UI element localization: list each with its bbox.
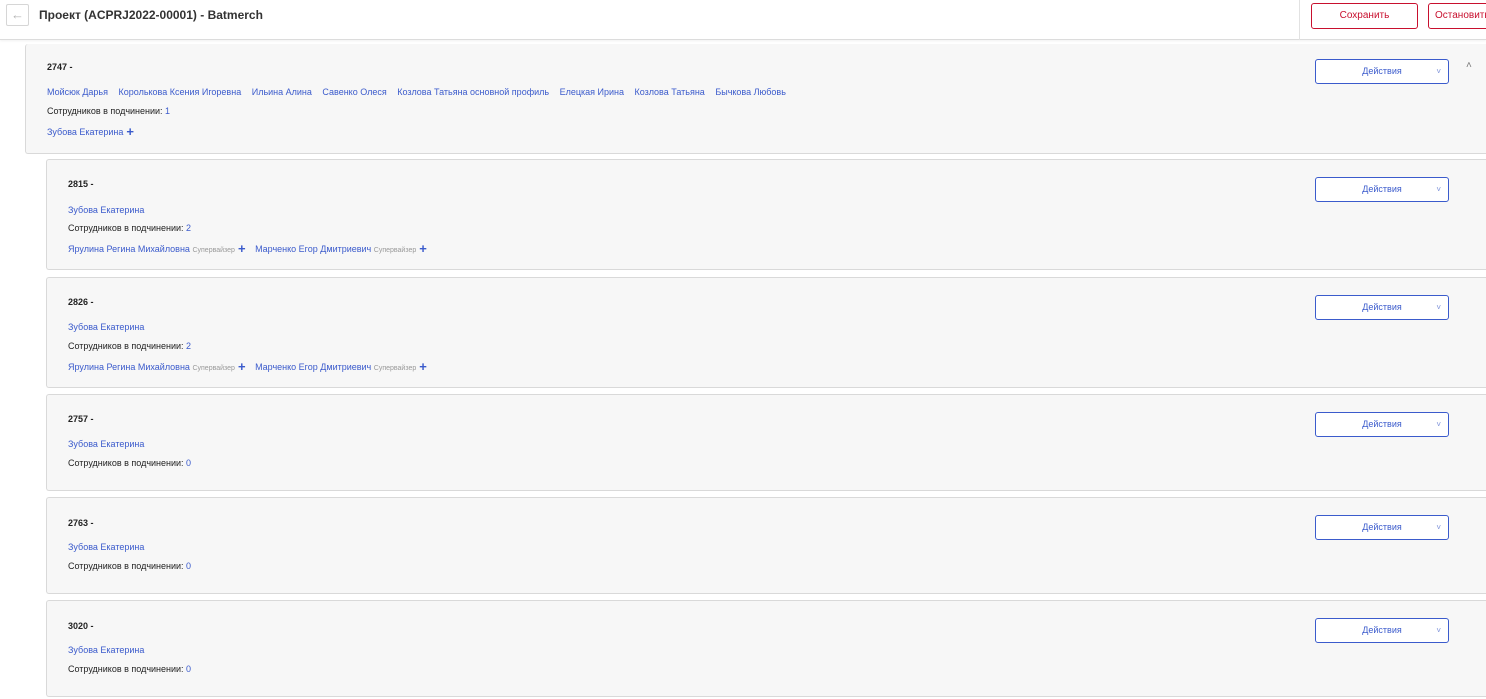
subordinates-row: Сотрудников в подчинении: 0: [68, 664, 191, 674]
position-id: 3020 -: [68, 621, 94, 631]
page-header: ← Проект (ACPRJ2022-00001) - Batmerch Со…: [0, 0, 1486, 40]
actions-label: Действия: [1362, 302, 1402, 312]
supervisor-link[interactable]: Марченко Егор Дмитриевич: [255, 362, 371, 372]
employee-link[interactable]: Зубова Екатерина: [68, 439, 144, 449]
employee-link[interactable]: Зубова Екатерина: [68, 645, 144, 655]
employee-link[interactable]: Козлова Татьяна: [635, 87, 705, 97]
supervisor-link[interactable]: Марченко Егор Дмитриевич: [255, 244, 371, 254]
employee-row: Зубова Екатерина: [68, 439, 144, 449]
position-card-2763: 2763 - Зубова Екатерина Сотрудников в по…: [46, 497, 1486, 594]
subordinates-count[interactable]: 0: [186, 561, 191, 571]
actions-dropdown[interactable]: Действия ˅: [1315, 412, 1449, 437]
chevron-down-icon: ˅: [1436, 67, 1441, 76]
chevron-down-icon: ˅: [1436, 303, 1441, 312]
position-id: 2757 -: [68, 414, 94, 424]
employee-link[interactable]: Зубова Екатерина: [68, 205, 144, 215]
position-card-2747: 2747 - Мойсюк Дарья Королькова Ксения Иг…: [25, 44, 1486, 154]
add-plus-icon[interactable]: +: [419, 241, 427, 256]
subordinates-row: Сотрудников в подчинении: 2: [68, 223, 191, 233]
actions-label: Действия: [1362, 66, 1402, 76]
employee-links: Мойсюк Дарья Королькова Ксения Игоревна …: [47, 87, 786, 97]
supervisors-row: Ярулина Регина Михайловна Супервайзер + М…: [68, 359, 427, 374]
subordinates-row: Сотрудников в подчинении: 2: [68, 341, 191, 351]
manager-row: Зубова Екатерина +: [47, 124, 134, 139]
position-id: 2815 -: [68, 179, 94, 189]
subordinates-label: Сотрудников в подчинении:: [47, 106, 166, 116]
actions-dropdown[interactable]: Действия ˅: [1315, 515, 1449, 540]
add-plus-icon[interactable]: +: [126, 124, 134, 139]
supervisors-row: Ярулина Регина Михайловна Супервайзер + М…: [68, 241, 427, 256]
page-title: Проект (ACPRJ2022-00001) - Batmerch: [39, 8, 263, 22]
subordinates-label: Сотрудников в подчинении:: [68, 664, 187, 674]
subordinates-label: Сотрудников в подчинении:: [68, 341, 187, 351]
employee-link[interactable]: Королькова Ксения Игоревна: [119, 87, 242, 97]
save-button[interactable]: Сохранить: [1311, 3, 1418, 29]
employee-row: Зубова Екатерина: [68, 542, 144, 552]
actions-label: Действия: [1362, 419, 1402, 429]
supervisor-role: Супервайзер: [192, 365, 235, 372]
position-card-2815: 2815 - Зубова Екатерина Сотрудников в по…: [46, 159, 1486, 270]
supervisor-role: Супервайзер: [192, 247, 235, 254]
back-button[interactable]: ←: [6, 4, 29, 26]
actions-dropdown[interactable]: Действия ˅: [1315, 177, 1449, 202]
stop-button[interactable]: Остановить: [1428, 3, 1486, 29]
employee-row: Зубова Екатерина: [68, 322, 144, 332]
employee-link[interactable]: Козлова Татьяна основной профиль: [397, 87, 549, 97]
position-id: 2763 -: [68, 518, 94, 528]
supervisor-role: Супервайзер: [373, 247, 417, 254]
collapse-chevron-up-icon[interactable]: ˄: [1466, 60, 1472, 71]
employee-link[interactable]: Зубова Екатерина: [68, 542, 144, 552]
position-id: 2747 -: [47, 62, 73, 72]
position-card-3020: 3020 - Зубова Екатерина Сотрудников в по…: [46, 600, 1486, 697]
subordinates-count[interactable]: 1: [165, 106, 170, 116]
subordinates-count[interactable]: 0: [186, 458, 191, 468]
manager-link[interactable]: Зубова Екатерина: [47, 127, 123, 137]
chevron-down-icon: ˅: [1436, 523, 1441, 532]
subordinates-label: Сотрудников в подчинении:: [68, 223, 187, 233]
supervisor-link[interactable]: Ярулина Регина Михайловна: [68, 362, 190, 372]
add-plus-icon[interactable]: +: [238, 241, 246, 256]
subordinates-label: Сотрудников в подчинении:: [68, 561, 187, 571]
actions-label: Действия: [1362, 625, 1402, 635]
employee-row: Зубова Екатерина: [68, 645, 144, 655]
supervisor-role: Супервайзер: [373, 365, 417, 372]
actions-label: Действия: [1362, 522, 1402, 532]
supervisor-link[interactable]: Ярулина Регина Михайловна: [68, 244, 190, 254]
subordinates-row: Сотрудников в подчинении: 0: [68, 561, 191, 571]
subordinates-count[interactable]: 0: [186, 664, 191, 674]
subordinates-count[interactable]: 2: [186, 341, 191, 351]
employee-link[interactable]: Елецкая Ирина: [560, 87, 624, 97]
actions-dropdown[interactable]: Действия ˅: [1315, 295, 1449, 320]
arrow-left-icon: ←: [11, 7, 24, 22]
add-plus-icon[interactable]: +: [238, 359, 246, 374]
actions-dropdown[interactable]: Действия ˅: [1315, 618, 1449, 643]
position-id: 2826 -: [68, 297, 94, 307]
header-divider: [1299, 0, 1300, 40]
actions-dropdown[interactable]: Действия ˅: [1315, 59, 1449, 84]
employee-link[interactable]: Мойсюк Дарья: [47, 87, 108, 97]
employee-row: Зубова Екатерина: [68, 205, 144, 215]
employee-link[interactable]: Зубова Екатерина: [68, 322, 144, 332]
subordinates-row: Сотрудников в подчинении: 1: [47, 106, 170, 116]
chevron-down-icon: ˅: [1436, 420, 1441, 429]
position-card-2757: 2757 - Зубова Екатерина Сотрудников в по…: [46, 394, 1486, 491]
position-card-2826: 2826 - Зубова Екатерина Сотрудников в по…: [46, 277, 1486, 388]
employee-link[interactable]: Бычкова Любовь: [715, 87, 786, 97]
add-plus-icon[interactable]: +: [419, 359, 427, 374]
employee-link[interactable]: Ильина Алина: [252, 87, 312, 97]
chevron-down-icon: ˅: [1436, 626, 1441, 635]
subordinates-label: Сотрудников в подчинении:: [68, 458, 187, 468]
subordinates-count[interactable]: 2: [186, 223, 191, 233]
subordinates-row: Сотрудников в подчинении: 0: [68, 458, 191, 468]
actions-label: Действия: [1362, 184, 1402, 194]
chevron-down-icon: ˅: [1436, 185, 1441, 194]
employee-link[interactable]: Савенко Олеся: [322, 87, 386, 97]
